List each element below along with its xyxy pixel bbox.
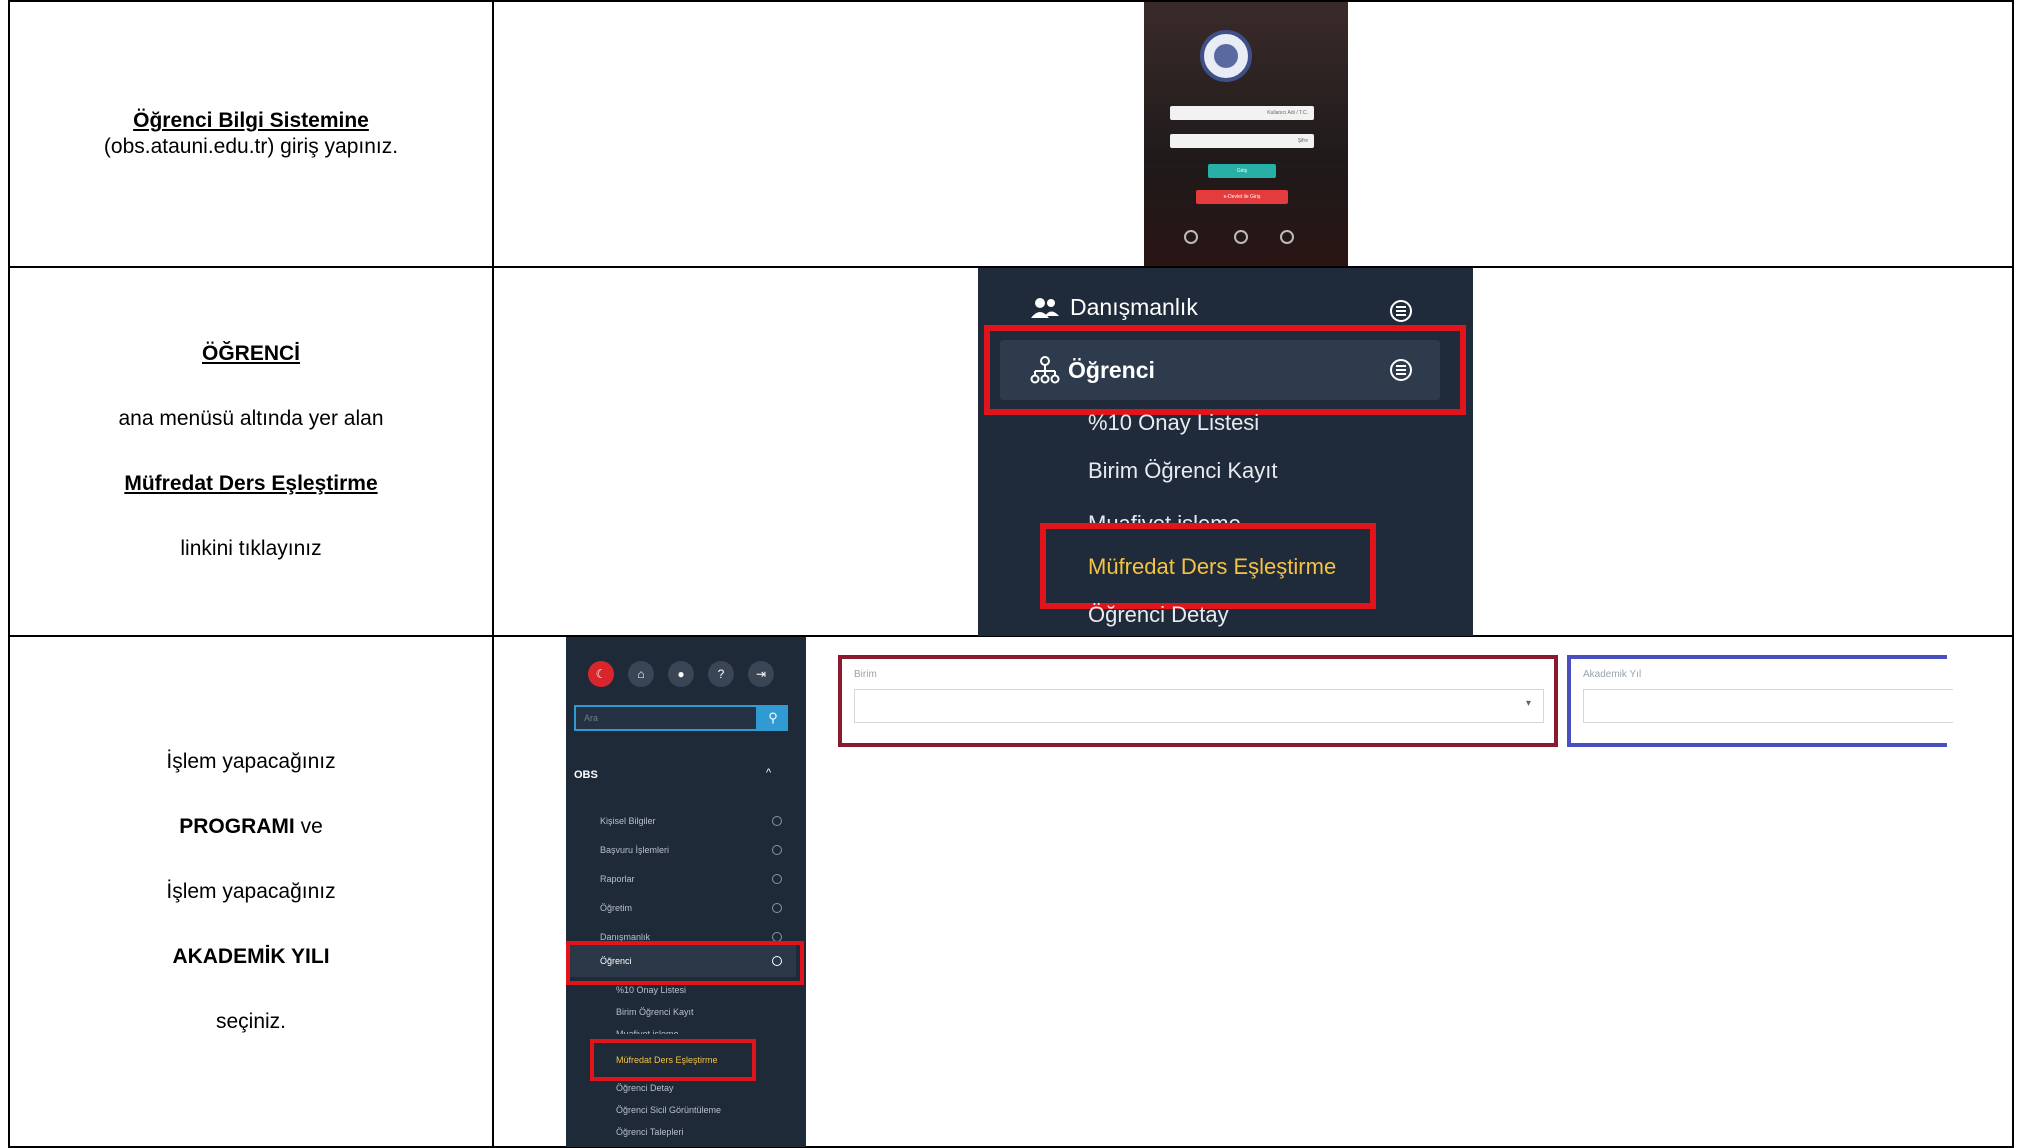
menu-screenshot: Danışmanlık Öğrenci %10 Onay Listesi Bir… <box>978 268 1473 636</box>
login-button: Giriş <box>1208 164 1276 178</box>
circle-icon <box>772 903 782 913</box>
search-icon: ⚲ <box>758 705 788 731</box>
step2-line1: ana menüsü altında yer alan <box>118 407 384 430</box>
highlight-sidebar-ogrenci <box>566 941 804 985</box>
chevron-up-icon: ^ <box>766 767 772 779</box>
password-field: Şifre <box>1170 134 1314 148</box>
edevlet-button: e-Devlet ile Giriş <box>1196 190 1288 204</box>
university-seal-logo <box>1200 30 1252 82</box>
year-select <box>1583 689 1953 723</box>
sidebar-item: Başvuru İşlemleri <box>582 842 782 858</box>
login-screenshot: Kullanıcı Adı / T.C. Şifre Giriş e-Devle… <box>1144 2 1348 266</box>
step2-image-cell: Danışmanlık Öğrenci %10 Onay Listesi Bir… <box>492 266 2014 637</box>
mufredat-link-text: Müfredat Ders Eşleştirme <box>124 472 378 495</box>
sidebar-sub-item: %10 Onay Listesi <box>616 985 687 995</box>
step-row-3: İşlem yapacağınız PROGRAMI ve İşlem yapa… <box>8 635 2014 1148</box>
circle-icon <box>772 874 782 884</box>
submenu-ogrenci-detay: Öğrenci Detay <box>1088 602 1229 627</box>
step3-text-cell: İşlem yapacağınız PROGRAMI ve İşlem yapa… <box>8 635 494 1148</box>
help-icon <box>1184 230 1198 244</box>
program-rest: ve <box>294 814 323 838</box>
home-icon: ⌂ <box>628 661 654 687</box>
help-icon: ? <box>708 661 734 687</box>
step3-line5: seçiniz. <box>215 1009 287 1033</box>
submenu-birim-kayit: Birim Öğrenci Kayıt <box>1088 458 1278 483</box>
step2-line2: linkini tıklayınız <box>180 537 322 560</box>
sidebar-item: Öğretim <box>582 900 782 916</box>
sidebar-sub-item: Muafiyet işleme <box>616 1029 679 1034</box>
language-icon <box>1280 230 1294 244</box>
sidebar-item: Raporlar <box>582 871 782 887</box>
sidebar-sub-item: Birim Öğrenci Kayıt <box>616 1007 694 1017</box>
submenu-muafiyet: Muafiyet işleme <box>1088 511 1241 524</box>
sidebar-item: Kişisel Bilgiler <box>582 813 782 829</box>
year-select-box: Akademik Yıl <box>1567 655 1953 747</box>
menu-label-danismanlik: Danışmanlık <box>1070 294 1198 320</box>
caret-down-icon: ▾ <box>1525 698 1531 709</box>
highlight-mufredat <box>1040 523 1376 609</box>
program-select: ▾ <box>854 689 1544 723</box>
step-row-1: Öğrenci Bilgi Sistemine (obs.atauni.edu.… <box>8 0 2014 268</box>
step1-text-cell: Öğrenci Bilgi Sistemine (obs.atauni.edu.… <box>8 0 494 268</box>
info-icon <box>1234 230 1248 244</box>
sidebar-sub-item: Öğrenci Sicil Görüntüleme <box>616 1105 722 1115</box>
year-label: Akademik Yıl <box>1583 669 1642 680</box>
sidebar-search-input: Ara <box>574 705 758 731</box>
circle-icon <box>772 845 782 855</box>
instruction-table: Öğrenci Bilgi Sistemine (obs.atauni.edu.… <box>8 0 2014 1148</box>
chat-icon: ● <box>668 661 694 687</box>
collapse-icon <box>1390 300 1412 322</box>
sidebar-sub-item: Öğrenci Talepleri <box>616 1127 684 1137</box>
program-label: Birim <box>854 669 877 680</box>
username-field: Kullanıcı Adı / T.C. <box>1170 106 1314 120</box>
sidebar-sub-item: Öğrenci Detay <box>616 1083 674 1093</box>
obs-title: Öğrenci Bilgi Sistemine <box>133 109 369 132</box>
menu-item-danismanlik: Danışmanlık <box>1030 294 1198 321</box>
program-word: PROGRAMI <box>179 814 295 838</box>
obs-url-text: (obs.atauni.edu.tr) giriş yapınız. <box>103 135 399 158</box>
akademik-yil-word: AKADEMİK YILI <box>172 944 330 968</box>
step3-line3: İşlem yapacağınız <box>166 879 336 903</box>
flag-icon: ☾ <box>588 661 614 687</box>
users-icon <box>1031 297 1059 318</box>
program-select-box: Birim ▾ <box>838 655 1558 747</box>
sidebar-screenshot: ☾ ⌂ ● ? ⇥ Ara ⚲ OBS ^ Kişisel Bilgiler B… <box>566 637 806 1147</box>
step2-text-cell: ÖĞRENCİ ana menüsü altında yer alan Müfr… <box>8 266 494 637</box>
step3-image-cell: ☾ ⌂ ● ? ⇥ Ara ⚲ OBS ^ Kişisel Bilgiler B… <box>492 635 2014 1148</box>
highlight-sidebar-mufredat <box>590 1039 756 1081</box>
step1-image-cell: Kullanıcı Adı / T.C. Şifre Giriş e-Devle… <box>492 0 2014 268</box>
step3-line2: PROGRAMI ve <box>10 814 492 840</box>
step3-line1: İşlem yapacağınız <box>166 749 336 773</box>
submenu-onay-listesi: %10 Onay Listesi <box>1088 410 1260 435</box>
highlight-ogrenci <box>984 325 1466 415</box>
logout-icon: ⇥ <box>748 661 774 687</box>
circle-icon <box>772 816 782 826</box>
step-row-2: ÖĞRENCİ ana menüsü altında yer alan Müfr… <box>8 266 2014 637</box>
sidebar-section-obs: OBS <box>574 769 598 781</box>
ogrenci-heading: ÖĞRENCİ <box>201 342 300 365</box>
